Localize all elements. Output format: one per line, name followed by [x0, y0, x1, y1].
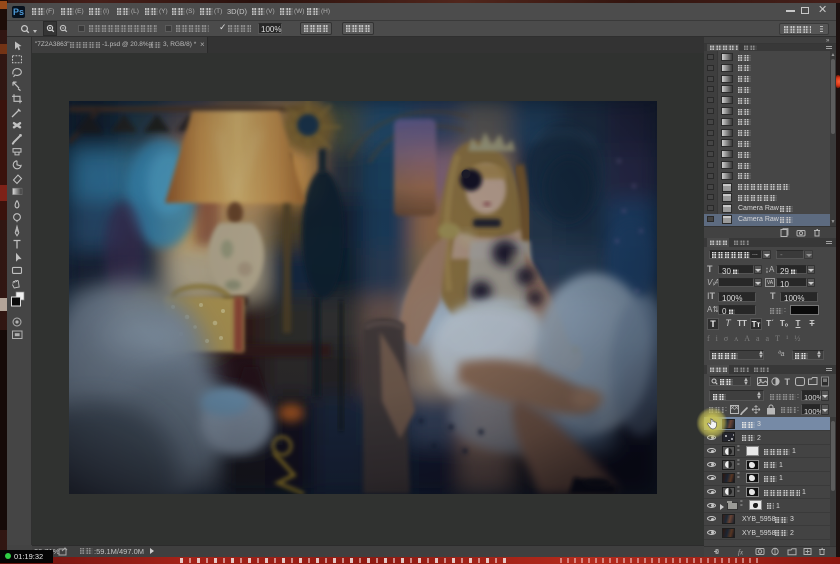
svg-text:T: T — [785, 377, 791, 387]
svg-text:fx: fx — [738, 549, 744, 557]
